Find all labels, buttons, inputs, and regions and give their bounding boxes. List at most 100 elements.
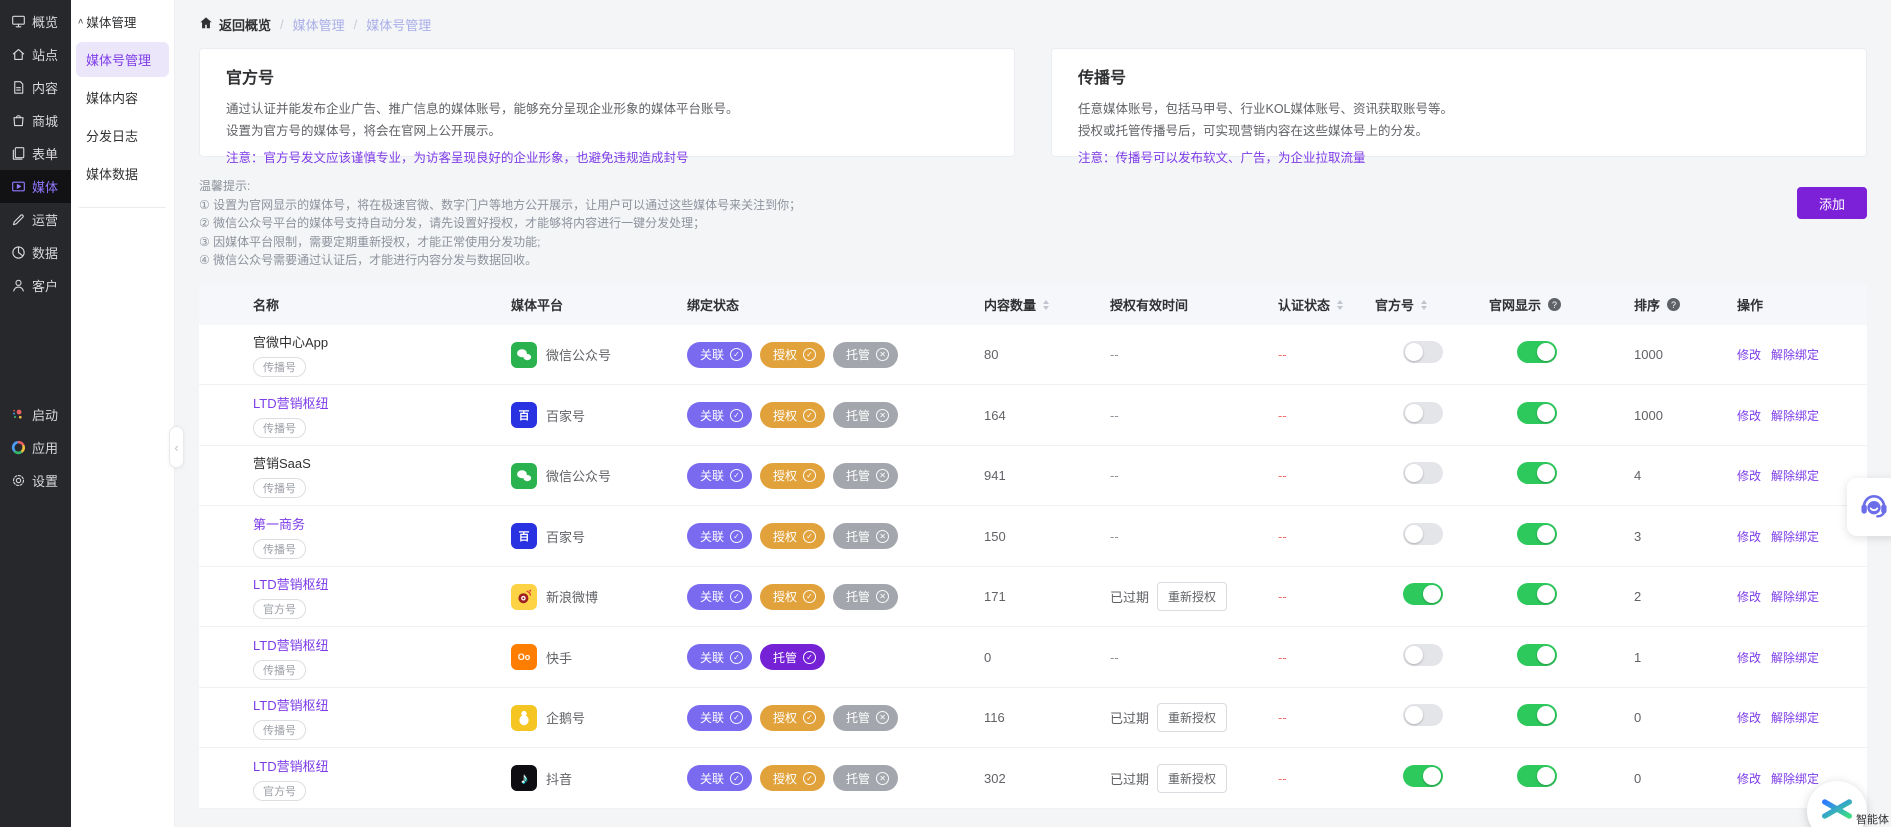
binding-badge-托管[interactable]: 托管✕ — [833, 765, 898, 791]
unbind-link[interactable]: 解除绑定 — [1771, 588, 1819, 605]
sidebar-collapse-handle[interactable]: ‹ — [169, 426, 184, 468]
binding-badge-授权[interactable]: 授权✓ — [760, 584, 825, 610]
official-account-toggle[interactable] — [1403, 583, 1443, 605]
sidebar-item-media[interactable]: 媒体 — [0, 170, 71, 203]
customer-service-widget[interactable] — [1847, 478, 1891, 536]
column-header-site-display: 官网显示? — [1489, 295, 1634, 314]
breadcrumb-crumb-2[interactable]: 媒体号管理 — [366, 15, 431, 34]
binding-badge-关联[interactable]: 关联✓ — [687, 705, 752, 731]
cross-icon: ✕ — [876, 409, 889, 422]
edit-link[interactable]: 修改 — [1737, 467, 1761, 484]
sort-icon[interactable] — [1043, 300, 1049, 310]
unbind-link[interactable]: 解除绑定 — [1771, 649, 1819, 666]
site-display-toggle[interactable] — [1517, 704, 1557, 726]
unbind-link[interactable]: 解除绑定 — [1771, 770, 1819, 787]
edit-link[interactable]: 修改 — [1737, 770, 1761, 787]
submenu-item-媒体数据[interactable]: 媒体数据 — [76, 156, 169, 191]
binding-badge-授权[interactable]: 授权✓ — [760, 463, 825, 489]
site-display-toggle[interactable] — [1517, 402, 1557, 424]
edit-link[interactable]: 修改 — [1737, 649, 1761, 666]
binding-badge-托管[interactable]: 托管✓ — [760, 644, 825, 670]
binding-badge-关联[interactable]: 关联✓ — [687, 402, 752, 428]
site-display-toggle[interactable] — [1517, 462, 1557, 484]
breadcrumb-crumb-1[interactable]: 媒体管理 — [293, 15, 345, 34]
unbind-link[interactable]: 解除绑定 — [1771, 346, 1819, 363]
binding-badge-授权[interactable]: 授权✓ — [760, 342, 825, 368]
binding-badge-托管[interactable]: 托管✕ — [833, 342, 898, 368]
reauthorize-button[interactable]: 重新授权 — [1157, 703, 1227, 732]
reauthorize-button[interactable]: 重新授权 — [1157, 764, 1227, 793]
media-name[interactable]: LTD营销枢纽 — [253, 574, 511, 593]
official-account-toggle[interactable] — [1403, 523, 1443, 545]
add-button[interactable]: 添加 — [1797, 187, 1867, 219]
official-account-toggle[interactable] — [1403, 765, 1443, 787]
binding-badge-授权[interactable]: 授权✓ — [760, 402, 825, 428]
binding-badge-托管[interactable]: 托管✕ — [833, 705, 898, 731]
binding-badge-授权[interactable]: 授权✓ — [760, 523, 825, 549]
help-icon[interactable]: ? — [1548, 298, 1561, 311]
binding-badge-关联[interactable]: 关联✓ — [687, 644, 752, 670]
binding-badge-关联[interactable]: 关联✓ — [687, 463, 752, 489]
edit-link[interactable]: 修改 — [1737, 407, 1761, 424]
submenu-item-媒体号管理[interactable]: 媒体号管理 — [76, 42, 169, 77]
sidebar-item-customer[interactable]: 客户 — [0, 269, 71, 302]
site-display-toggle[interactable] — [1517, 765, 1557, 787]
edit-link[interactable]: 修改 — [1737, 346, 1761, 363]
sort-icon[interactable] — [1421, 300, 1427, 310]
breadcrumb-home[interactable]: 返回概览 — [199, 15, 271, 34]
sidebar-item-apps[interactable]: 应用 — [0, 431, 71, 464]
binding-badge-托管[interactable]: 托管✕ — [833, 523, 898, 549]
unbind-link[interactable]: 解除绑定 — [1771, 709, 1819, 726]
submenu-item-媒体内容[interactable]: 媒体内容 — [76, 80, 169, 115]
sidebar-item-settings[interactable]: 设置 — [0, 464, 71, 497]
binding-badge-托管[interactable]: 托管✕ — [833, 463, 898, 489]
unbind-link[interactable]: 解除绑定 — [1771, 467, 1819, 484]
media-name[interactable]: LTD营销枢纽 — [253, 695, 511, 714]
binding-badge-授权[interactable]: 授权✓ — [760, 765, 825, 791]
media-name[interactable]: LTD营销枢纽 — [253, 635, 511, 654]
sidebar-item-launch[interactable]: 启动 — [0, 398, 71, 431]
sidebar-item-operation[interactable]: 运营 — [0, 203, 71, 236]
edit-link[interactable]: 修改 — [1737, 588, 1761, 605]
submenu-group-header[interactable]: ∧ 媒体管理 — [71, 10, 174, 39]
sidebar-item-data[interactable]: 数据 — [0, 236, 71, 269]
media-name[interactable]: 第一商务 — [253, 514, 511, 533]
submenu-group-label: 媒体管理 — [86, 12, 136, 31]
baijiahao-icon: 百 — [511, 402, 537, 428]
sidebar-item-mall[interactable]: 商城 — [0, 104, 71, 137]
official-account-toggle[interactable] — [1403, 402, 1443, 424]
sort-icon[interactable] — [1337, 300, 1343, 310]
official-account-toggle[interactable] — [1403, 462, 1443, 484]
sidebar-item-site[interactable]: 站点 — [0, 38, 71, 71]
site-display-toggle[interactable] — [1517, 644, 1557, 666]
help-icon[interactable]: ? — [1667, 298, 1680, 311]
table-header: 名称媒体平台绑定状态内容数量授权有效时间认证状态官方号官网显示?排序?操作 — [199, 285, 1867, 325]
sidebar-item-content[interactable]: 内容 — [0, 71, 71, 104]
reauthorize-button[interactable]: 重新授权 — [1157, 582, 1227, 611]
site-display-toggle[interactable] — [1517, 523, 1557, 545]
edit-link[interactable]: 修改 — [1737, 528, 1761, 545]
spread-account-card: 传播号 任意媒体账号，包括马甲号、行业KOL媒体账号、资讯获取账号等。 授权或托… — [1051, 48, 1867, 157]
binding-badge-关联[interactable]: 关联✓ — [687, 765, 752, 791]
unbind-link[interactable]: 解除绑定 — [1771, 407, 1819, 424]
official-account-toggle[interactable] — [1403, 704, 1443, 726]
unbind-link[interactable]: 解除绑定 — [1771, 528, 1819, 545]
sidebar-item-overview[interactable]: 概览 — [0, 5, 71, 38]
media-name[interactable]: LTD营销枢纽 — [253, 393, 511, 412]
official-account-toggle[interactable] — [1403, 341, 1443, 363]
site-display-toggle[interactable] — [1517, 583, 1557, 605]
submenu-item-分发日志[interactable]: 分发日志 — [76, 118, 169, 153]
official-account-toggle[interactable] — [1403, 644, 1443, 666]
check-icon: ✓ — [730, 711, 743, 724]
binding-badge-托管[interactable]: 托管✕ — [833, 402, 898, 428]
sidebar-item-label: 运营 — [32, 210, 58, 229]
media-name[interactable]: LTD营销枢纽 — [253, 756, 511, 775]
sidebar-item-form[interactable]: 表单 — [0, 137, 71, 170]
binding-badge-关联[interactable]: 关联✓ — [687, 584, 752, 610]
edit-link[interactable]: 修改 — [1737, 709, 1761, 726]
site-display-toggle[interactable] — [1517, 341, 1557, 363]
binding-badge-关联[interactable]: 关联✓ — [687, 523, 752, 549]
binding-badge-托管[interactable]: 托管✕ — [833, 584, 898, 610]
binding-badge-关联[interactable]: 关联✓ — [687, 342, 752, 368]
binding-badge-授权[interactable]: 授权✓ — [760, 705, 825, 731]
